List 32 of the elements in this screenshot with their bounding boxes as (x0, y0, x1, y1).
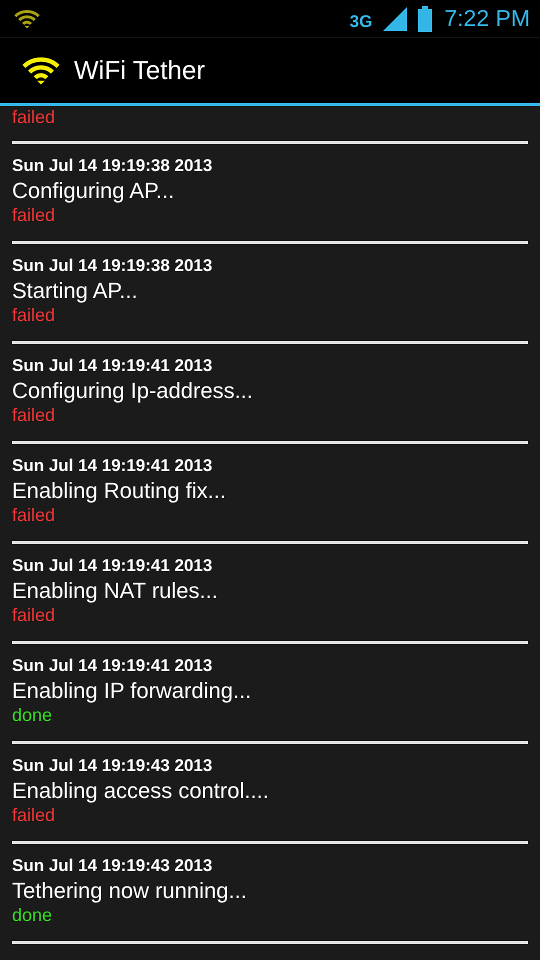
network-type: 3G (350, 12, 372, 32)
log-time: Sun Jul 14 19:19:38 2013 (12, 155, 214, 177)
log-message: Enabling access control.... (12, 777, 270, 804)
log-message: Configuring Ip-address... (12, 377, 254, 404)
log-time: Sun Jul 14 19:19:41 2013 (12, 555, 214, 577)
log-message: Starting AP... (12, 277, 139, 304)
log-status: done (12, 704, 54, 726)
log-time: Sun Jul 14 19:19:43 2013 (12, 855, 214, 877)
log-message: Enabling IP forwarding... (12, 677, 252, 704)
signal-icon (382, 6, 408, 32)
wifi-icon (14, 8, 40, 28)
log-message: Enabling NAT rules... (12, 577, 219, 604)
log-status: failed (12, 804, 56, 826)
log-status: done (12, 904, 54, 926)
log-status: failed (12, 404, 56, 426)
log-message: Tethering now running... (12, 877, 248, 904)
log-message: Enabling Routing fix... (12, 477, 228, 504)
log-status: failed (12, 604, 56, 626)
log-status: failed (12, 106, 56, 128)
log-time: Sun Jul 14 19:19:43 2013 (12, 755, 214, 777)
log-status: failed (12, 504, 56, 526)
clock: 7:22 PM (444, 5, 530, 32)
log-message: Configuring AP... (12, 177, 176, 204)
log-status: failed (12, 304, 56, 326)
log-time: Sun Jul 14 19:19:41 2013 (12, 355, 214, 377)
log-status: failed (12, 204, 56, 226)
wifi-icon (22, 56, 60, 85)
log-time: Sun Jul 14 19:19:41 2013 (12, 655, 214, 677)
log-time: Sun Jul 14 19:19:38 2013 (12, 255, 214, 277)
log-time: Sun Jul 14 19:19:41 2013 (12, 455, 214, 477)
app-title: WiFi Tether (74, 55, 205, 86)
battery-icon (418, 6, 432, 32)
